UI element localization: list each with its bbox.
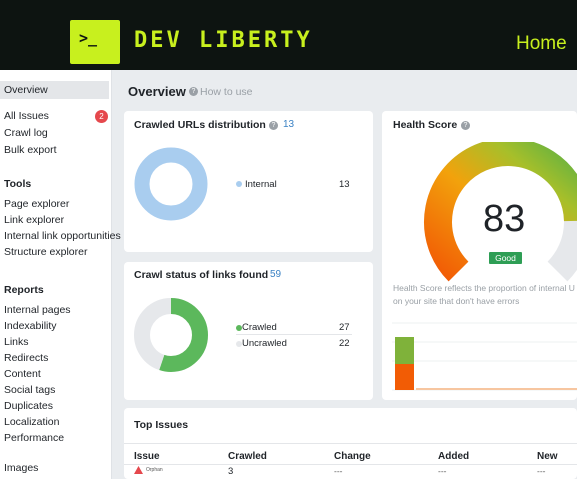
sidebar-item-all-issues[interactable]: All Issues <box>4 110 49 122</box>
legend-divider <box>236 334 352 335</box>
sidebar-heading-reports: Reports <box>4 284 44 296</box>
col-header-added[interactable]: Added <box>438 451 469 462</box>
page-title: Overview <box>128 84 186 99</box>
sidebar-item-structure-explorer[interactable]: Structure explorer <box>4 246 87 258</box>
sidebar-item-content[interactable]: Content <box>4 368 41 380</box>
legend-label-internal: Internal <box>245 179 277 190</box>
issue-new: --- <box>537 466 546 476</box>
health-score-description-2: on your site that don't have errors <box>393 296 520 306</box>
legend-label-uncrawled: Uncrawled <box>242 338 287 349</box>
issues-count-badge: 2 <box>95 110 108 123</box>
top-issues-divider <box>124 443 577 444</box>
legend-label-crawled: Crawled <box>242 322 277 333</box>
sidebar-item-social-tags[interactable]: Social tags <box>4 384 55 396</box>
issue-added: --- <box>438 466 447 476</box>
sidebar-item-overview[interactable]: Overview <box>0 81 109 99</box>
health-score-description-1: Health Score reflects the proportion of … <box>393 283 575 293</box>
sidebar-item-duplicates[interactable]: Duplicates <box>4 400 53 412</box>
health-score-history-chart <box>392 322 577 391</box>
legend-dot-internal <box>236 181 242 187</box>
crawl-status-donut <box>134 298 208 372</box>
issue-change: --- <box>334 466 343 476</box>
table-header-divider <box>124 464 577 465</box>
sidebar-item-internal-link-opportunities[interactable]: Internal link opportunities <box>4 230 121 242</box>
col-header-crawled[interactable]: Crawled <box>228 451 267 462</box>
crawl-status-count: 59 <box>270 269 282 280</box>
home-link[interactable]: Home <box>516 33 567 55</box>
issue-name[interactable]: Orphan <box>146 467 163 473</box>
sidebar-item-redirects[interactable]: Redirects <box>4 352 48 364</box>
health-score-info-icon[interactable]: ? <box>461 121 470 130</box>
crawled-urls-info-icon[interactable]: ? <box>269 121 278 130</box>
donut-segment-internal <box>134 147 208 221</box>
terminal-prompt-glyph: >_ <box>79 29 98 47</box>
issue-crawled: 3 <box>228 466 234 477</box>
crawled-urls-title: Crawled URLs distribution <box>134 119 266 131</box>
col-header-issue[interactable]: Issue <box>134 451 160 462</box>
health-score-status-badge: Good <box>489 252 522 264</box>
col-header-new[interactable]: New <box>537 451 558 462</box>
crawl-status-title: Crawl status of links found <box>134 269 269 281</box>
top-issues-title: Top Issues <box>134 419 189 431</box>
sidebar-item-link-explorer[interactable]: Link explorer <box>4 214 64 226</box>
sidebar-item-localization[interactable]: Localization <box>4 416 59 428</box>
sidebar-item-page-explorer[interactable]: Page explorer <box>4 198 69 210</box>
logo-icon[interactable]: >_ <box>70 20 120 64</box>
legend-value-crawled: 27 <box>339 322 350 333</box>
info-icon[interactable]: ? <box>189 87 198 96</box>
app-header: >_ DEV LIBERTY Home <box>0 0 577 70</box>
how-to-use-link[interactable]: How to use <box>200 86 253 98</box>
sidebar-item-crawl-log[interactable]: Crawl log <box>4 127 48 139</box>
col-header-change[interactable]: Change <box>334 451 371 462</box>
sidebar-item-internal-pages[interactable]: Internal pages <box>4 304 71 316</box>
sidebar-item-indexability[interactable]: Indexability <box>4 320 57 332</box>
sidebar-item-links[interactable]: Links <box>4 336 29 348</box>
health-score-title: Health Score <box>393 119 458 131</box>
sidebar-heading-tools: Tools <box>4 178 32 190</box>
crawled-urls-donut <box>134 147 208 221</box>
legend-value-uncrawled: 22 <box>339 338 350 349</box>
health-score-value: 83 <box>483 198 526 240</box>
brand-name: DEV LIBERTY <box>134 28 313 53</box>
crawled-urls-count: 13 <box>283 119 295 130</box>
legend-value-internal: 13 <box>339 179 350 190</box>
sidebar-item-bulk-export[interactable]: Bulk export <box>4 144 57 156</box>
sidebar-item-images[interactable]: Images <box>4 462 38 474</box>
sidebar-item-performance[interactable]: Performance <box>4 432 64 444</box>
warning-icon <box>134 466 143 474</box>
